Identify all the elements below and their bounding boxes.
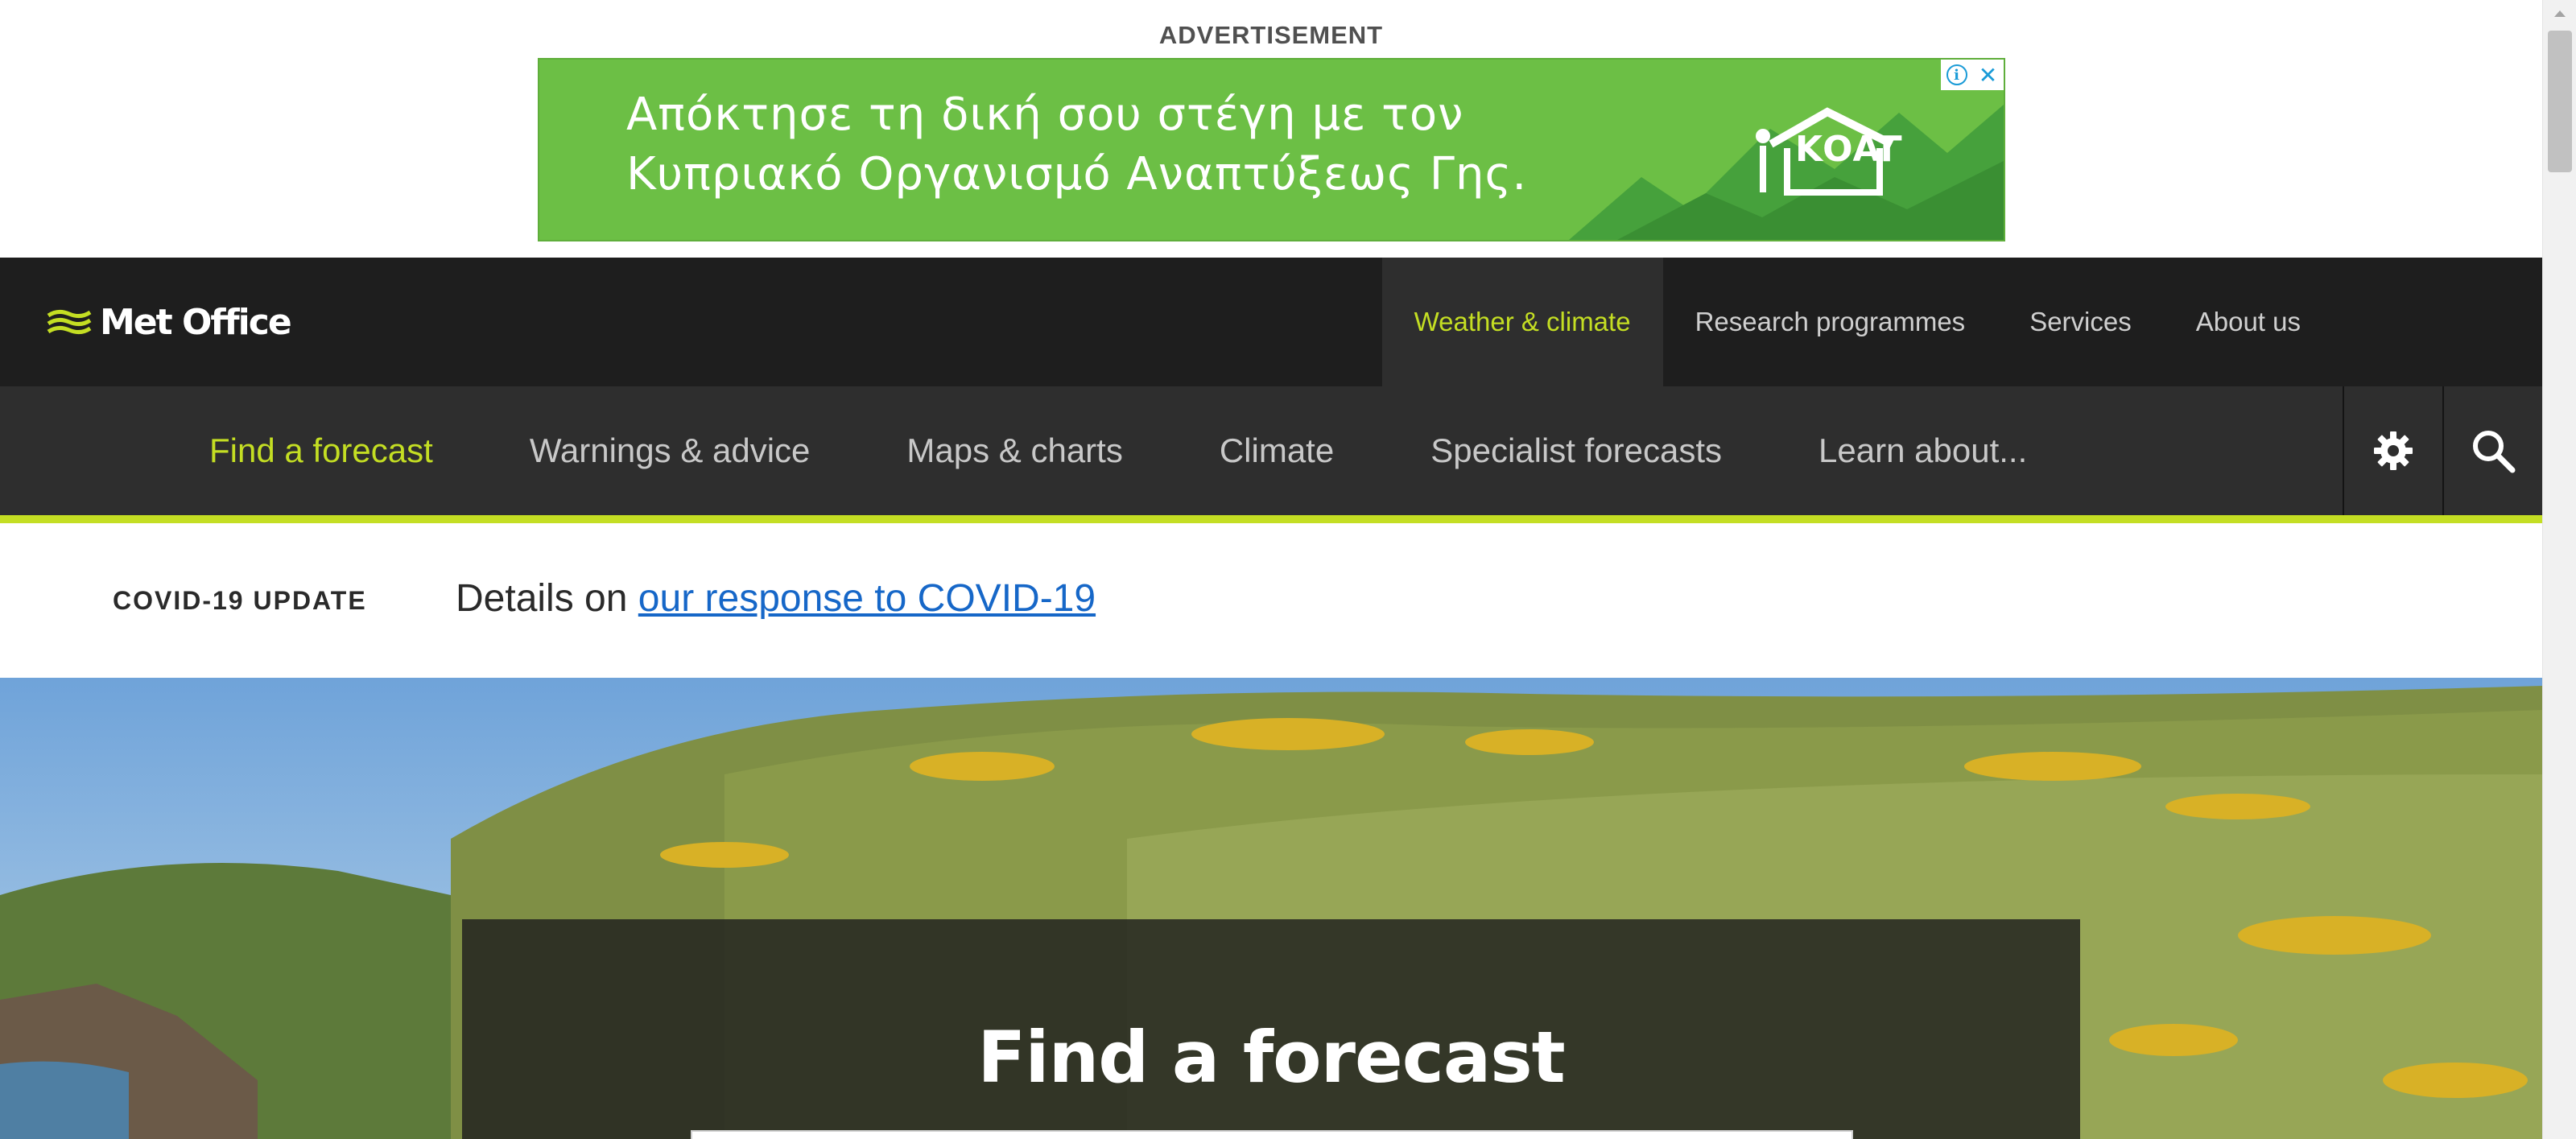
search-icon [2473, 431, 2516, 473]
ad-banner[interactable]: Απόκτησε τη δική σου στέγη με τον Κυπρια… [538, 58, 2005, 241]
ad-headline-line-1: Απόκτησε τη δική σου στέγη με τον [626, 89, 1464, 141]
ad-headline-line-2: Κυπριακό Οργανισμό Αναπτύξεως Γης. [626, 148, 1528, 200]
gear-icon [2374, 431, 2413, 470]
subnav-specialist-forecasts[interactable]: Specialist forecasts [1382, 386, 1770, 515]
nav-services[interactable]: Services [1997, 258, 2164, 386]
subnav-learn-about[interactable]: Learn about... [1770, 386, 2075, 515]
advertisement-label: ADVERTISEMENT [1158, 21, 1384, 49]
subnav-warnings-advice[interactable]: Warnings & advice [481, 386, 859, 515]
accent-bar [0, 515, 2542, 523]
covid-response-link[interactable]: our response to COVID-19 [638, 577, 1096, 620]
hero-section: Find a forecast [0, 678, 2542, 1139]
met-office-logo[interactable]: Met Office [47, 298, 292, 346]
info-icon: i [1946, 64, 1967, 85]
nav-spacer [2333, 258, 2542, 386]
nav-weather-climate[interactable]: Weather & climate [1381, 258, 1663, 386]
primary-nav: Weather & climate Research programmes Se… [1381, 258, 2542, 386]
subnav-tools [2343, 386, 2542, 515]
covid-message: Details on our response to COVID-19 [456, 576, 1096, 621]
subnav-climate[interactable]: Climate [1171, 386, 1382, 515]
settings-button[interactable] [2343, 386, 2442, 515]
ad-info-button[interactable]: i [1941, 60, 1972, 90]
covid-label: COVID-19 UPDATE [113, 586, 367, 615]
search-button[interactable] [2442, 386, 2542, 515]
ad-controls: i ✕ [1941, 60, 2004, 90]
find-forecast-panel: Find a forecast [462, 919, 2080, 1139]
secondary-nav: Find a forecast Warnings & advice Maps &… [161, 386, 2075, 515]
scrollbar-thumb[interactable] [2548, 31, 2572, 172]
forecast-location-input[interactable] [691, 1130, 1853, 1139]
covid-prefix: Details on [456, 577, 628, 620]
hero-title: Find a forecast [977, 1016, 1565, 1099]
subnav-maps-charts[interactable]: Maps & charts [858, 386, 1170, 515]
logo-text: Met Office [100, 301, 292, 343]
ad-close-button[interactable]: ✕ [1972, 60, 2004, 90]
secondary-navigation-bar: Find a forecast Warnings & advice Maps &… [0, 386, 2542, 515]
nav-about-us[interactable]: About us [2164, 258, 2333, 386]
scroll-up-arrow-icon[interactable] [2543, 0, 2576, 27]
page-scrollbar[interactable] [2542, 0, 2576, 1139]
covid-banner: COVID-19 UPDATE Details on our response … [0, 523, 2542, 678]
page: ADVERTISEMENT Απόκτησε τη δική σου στέγη… [0, 0, 2542, 1139]
close-icon: ✕ [1978, 62, 1998, 88]
nav-research-programmes[interactable]: Research programmes [1663, 258, 1998, 386]
met-office-waves-icon [47, 309, 92, 335]
top-navigation-bar: Met Office Weather & climate Research pr… [0, 258, 2542, 386]
ad-brand-text: ΚΟΑΓ [1795, 129, 1903, 170]
subnav-find-a-forecast[interactable]: Find a forecast [161, 386, 481, 515]
